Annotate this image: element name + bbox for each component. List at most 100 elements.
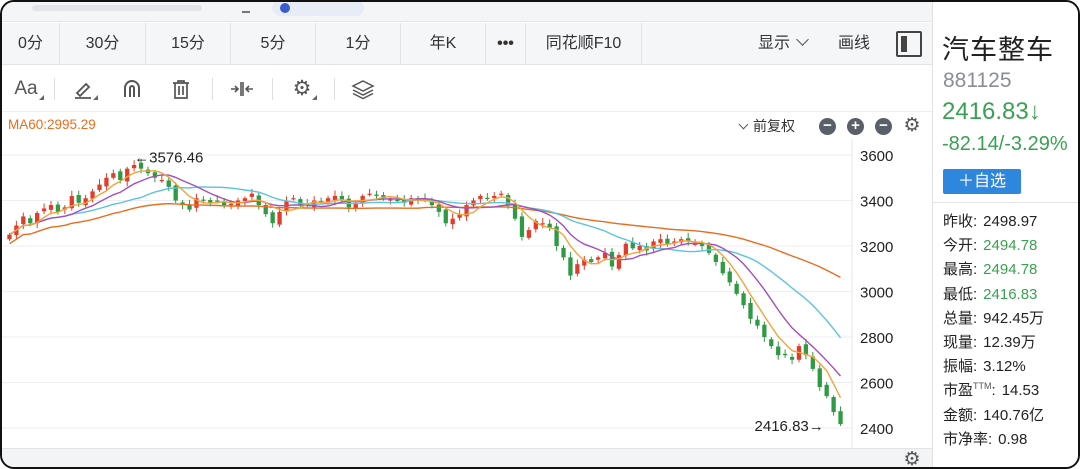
stat-value: 2494.78 (983, 237, 1038, 255)
stat-row: 市净率: 0.98 (943, 428, 1078, 452)
candle-body (125, 168, 130, 182)
tab-period-15min[interactable]: 15分 (146, 23, 231, 65)
settings-gear-icon[interactable]: ⚙ (287, 74, 317, 104)
draw-line-button[interactable]: 画线 (838, 23, 870, 65)
candle-body (249, 193, 255, 197)
search-field-cutoff[interactable] (32, 5, 202, 11)
stat-value: 2494.78 (983, 261, 1038, 279)
candle-body (291, 198, 296, 200)
candle-body (824, 384, 829, 397)
candle-body (41, 208, 47, 212)
tab-period-5min[interactable]: 5分 (231, 23, 316, 65)
adjust-dropdown[interactable]: 前复权 (738, 116, 795, 136)
candle-body (755, 319, 760, 326)
stat-label: 金额: (943, 406, 978, 424)
kline-chart[interactable]: 3600 3400 3200 3000 2800 2600 2400 ←3576.46 24… (2, 139, 932, 448)
candle-body (21, 216, 26, 225)
tab-f10[interactable]: 同花顺F10 (526, 23, 642, 65)
add-watchlist-button[interactable]: ＋自选 (943, 169, 1021, 194)
candle-body (332, 195, 338, 201)
y-tick-label: 2400 (860, 421, 893, 438)
candle-body (485, 197, 490, 199)
candle-body (748, 302, 753, 319)
stat-label: 最高: (943, 261, 978, 279)
stat-value: 12.39万 (983, 333, 1036, 351)
candle-body (782, 353, 788, 356)
layers-icon[interactable] (348, 74, 378, 104)
candle-body (519, 216, 525, 237)
tab-period-1min[interactable]: 1分 (316, 23, 401, 65)
candle-body (526, 230, 532, 238)
candle-body (589, 259, 594, 262)
stat-value: 2416.83 (983, 285, 1038, 303)
y-tick-label: 2600 (860, 376, 893, 393)
stat-row: 金额: 140.76亿 (943, 404, 1078, 428)
y-tick-label: 3200 (860, 239, 893, 256)
magnet-icon[interactable] (117, 74, 147, 104)
candle-body (436, 204, 441, 212)
stat-label: 市净率: (943, 430, 993, 448)
candle-body (720, 261, 725, 274)
candle-body (277, 211, 282, 225)
zoom-in-icon[interactable]: + (847, 118, 864, 135)
ma10-line (9, 174, 842, 377)
candle-body (741, 293, 746, 306)
stat-row: 现量: 12.39万 (943, 331, 1078, 355)
candle-body (118, 171, 123, 181)
stock-code: 881125 (943, 69, 1012, 92)
y-tick-label: 2800 (860, 330, 893, 347)
chart-grid (2, 139, 853, 448)
pen-icon[interactable] (68, 74, 98, 104)
tab-more[interactable]: ••• (486, 23, 526, 65)
stat-row: 最低: 2416.83 (943, 283, 1078, 307)
tab-period-0[interactable]: 0分 (2, 23, 60, 65)
stat-label: 昨收: (943, 213, 978, 230)
stat-label: 市盈TTM: (943, 381, 996, 400)
candle-body (270, 212, 275, 224)
candle-body (111, 173, 116, 178)
candle-body (499, 193, 504, 195)
minus-circle-icon[interactable]: − (819, 118, 836, 135)
display-dropdown[interactable]: 显示 (758, 23, 809, 65)
candle-body (187, 205, 192, 210)
y-axis-ticks: 3600 3400 3200 3000 2800 2600 2400 (860, 148, 893, 438)
chevron-down-icon (796, 33, 809, 46)
display-label: 显示 (758, 35, 791, 52)
tab-period-year[interactable]: 年K (401, 23, 486, 65)
adjust-width-icon[interactable] (227, 74, 257, 104)
stat-value: 2498.97 (983, 213, 1038, 230)
text-tool-label: Aa (14, 78, 38, 99)
zoom-out-icon[interactable]: − (875, 118, 892, 135)
candle-body (831, 397, 836, 413)
bottom-bar: ⚙ (2, 448, 932, 467)
candle-body (623, 243, 628, 256)
top-strip-cutoff (2, 2, 932, 22)
candle-body (727, 271, 732, 283)
text-tool-button[interactable]: Aa (8, 74, 44, 104)
candle-body (325, 198, 331, 202)
candle-body (512, 204, 518, 219)
candle-body (298, 199, 303, 206)
candle-body (637, 246, 642, 251)
candle-body (575, 264, 580, 274)
candle-body (492, 195, 497, 199)
stat-value: 140.76亿 (983, 406, 1045, 424)
candle-body (28, 218, 33, 224)
chart-settings-icon[interactable]: ⚙ (903, 116, 921, 135)
price-change: -82.14/-3.29% (942, 133, 1068, 155)
trash-icon[interactable] (166, 74, 196, 104)
ma60-line (9, 202, 841, 279)
last-price: 2416.83↓ (942, 98, 1041, 125)
candle-body (561, 247, 566, 258)
gear-icon[interactable]: ⚙ (903, 450, 921, 467)
y-tick-label: 3400 (860, 194, 893, 211)
sidebar-toggle-icon[interactable] (896, 31, 922, 57)
ma60-value: MA60:2995.29 (8, 117, 96, 132)
candle-body (76, 195, 81, 203)
chevron-down-icon (738, 119, 749, 130)
candle-body (769, 339, 774, 347)
dropdown-icon[interactable] (242, 4, 250, 13)
tab-period-30min[interactable]: 30分 (60, 23, 146, 65)
stat-row: 昨收: 2498.97 (943, 210, 1078, 234)
high-annotation: ←3576.46 (134, 149, 203, 166)
